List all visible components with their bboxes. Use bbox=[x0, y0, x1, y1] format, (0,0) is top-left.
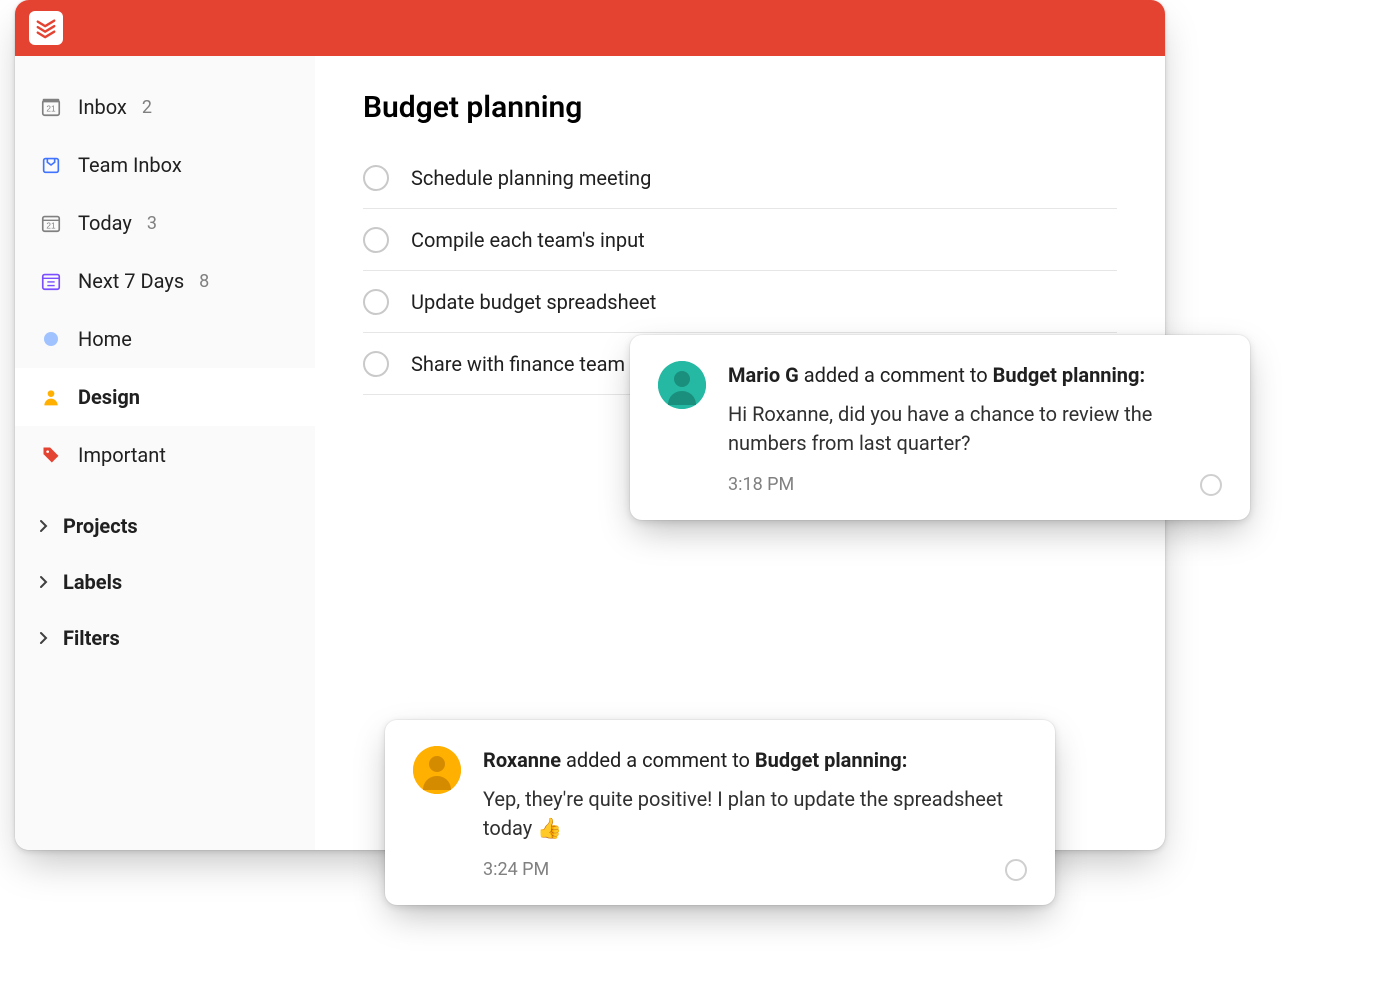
sidebar-section-label: Filters bbox=[63, 626, 120, 650]
notification-target: Budget planning: bbox=[993, 363, 1145, 387]
sidebar-section-projects[interactable]: Projects bbox=[15, 498, 315, 554]
notification-body: Mario G added a comment to Budget planni… bbox=[728, 361, 1222, 498]
task-title: Share with finance team bbox=[411, 352, 625, 376]
chevron-right-icon bbox=[39, 575, 51, 589]
notification-time: 3:18 PM bbox=[728, 472, 794, 498]
sidebar-item-inbox[interactable]: 21 Inbox 2 bbox=[15, 78, 315, 136]
sidebar-project-design[interactable]: Design bbox=[15, 368, 315, 426]
today-icon: 21 bbox=[39, 211, 63, 235]
avatar bbox=[413, 746, 461, 794]
svg-text:21: 21 bbox=[46, 105, 56, 114]
top-bar bbox=[15, 0, 1165, 56]
notification-message: Yep, they're quite positive! I plan to u… bbox=[483, 785, 1027, 843]
notification-card[interactable]: Roxanne added a comment to Budget planni… bbox=[385, 720, 1055, 905]
sidebar-item-count: 3 bbox=[147, 213, 157, 234]
sidebar-item-label: Home bbox=[78, 327, 132, 351]
sidebar-item-team-inbox[interactable]: Team Inbox bbox=[15, 136, 315, 194]
sidebar-item-count: 8 bbox=[199, 271, 209, 292]
sidebar-item-label: Inbox bbox=[78, 95, 127, 119]
sidebar-item-label: Important bbox=[78, 443, 166, 467]
project-dot-icon bbox=[39, 327, 63, 351]
sidebar-item-label: Today bbox=[78, 211, 132, 235]
sidebar: 21 Inbox 2 Team Inbox 21 Today 3 bbox=[15, 56, 315, 850]
task-checkbox[interactable] bbox=[363, 351, 389, 377]
notification-mark-read[interactable] bbox=[1200, 474, 1222, 496]
sidebar-item-label: Design bbox=[78, 385, 140, 409]
sidebar-project-home[interactable]: Home bbox=[15, 310, 315, 368]
task-checkbox[interactable] bbox=[363, 289, 389, 315]
sidebar-item-label: Team Inbox bbox=[78, 153, 182, 177]
notification-header: Roxanne added a comment to Budget planni… bbox=[483, 746, 1027, 775]
tag-icon bbox=[39, 443, 63, 467]
task-row[interactable]: Compile each team's input bbox=[363, 209, 1117, 271]
team-inbox-icon bbox=[39, 153, 63, 177]
chevron-right-icon bbox=[39, 519, 51, 533]
avatar bbox=[658, 361, 706, 409]
next7days-icon bbox=[39, 269, 63, 293]
sidebar-item-next7days[interactable]: Next 7 Days 8 bbox=[15, 252, 315, 310]
notification-action: added a comment to bbox=[566, 748, 750, 772]
inbox-icon: 21 bbox=[39, 95, 63, 119]
notification-time: 3:24 PM bbox=[483, 857, 549, 883]
task-row[interactable]: Schedule planning meeting bbox=[363, 147, 1117, 209]
app-logo[interactable] bbox=[29, 11, 63, 45]
notification-user: Mario G bbox=[728, 363, 799, 387]
sidebar-item-label: Next 7 Days bbox=[78, 269, 184, 293]
task-checkbox[interactable] bbox=[363, 227, 389, 253]
task-checkbox[interactable] bbox=[363, 165, 389, 191]
svg-text:21: 21 bbox=[46, 222, 56, 231]
task-title: Schedule planning meeting bbox=[411, 166, 651, 190]
sidebar-section-filters[interactable]: Filters bbox=[15, 610, 315, 666]
todoist-logo-icon bbox=[35, 17, 57, 39]
notification-target: Budget planning: bbox=[755, 748, 907, 772]
notification-body: Roxanne added a comment to Budget planni… bbox=[483, 746, 1027, 883]
task-title: Compile each team's input bbox=[411, 228, 645, 252]
notification-header: Mario G added a comment to Budget planni… bbox=[728, 361, 1222, 390]
page-title: Budget planning bbox=[363, 90, 1117, 125]
sidebar-section-label: Labels bbox=[63, 570, 122, 594]
sidebar-project-important[interactable]: Important bbox=[15, 426, 315, 484]
notification-mark-read[interactable] bbox=[1005, 859, 1027, 881]
task-title: Update budget spreadsheet bbox=[411, 290, 656, 314]
task-row[interactable]: Update budget spreadsheet bbox=[363, 271, 1117, 333]
sidebar-section-labels[interactable]: Labels bbox=[15, 554, 315, 610]
notification-user: Roxanne bbox=[483, 748, 561, 772]
notification-card[interactable]: Mario G added a comment to Budget planni… bbox=[630, 335, 1250, 520]
chevron-right-icon bbox=[39, 631, 51, 645]
sidebar-item-today[interactable]: 21 Today 3 bbox=[15, 194, 315, 252]
notification-message: Hi Roxanne, did you have a chance to rev… bbox=[728, 400, 1222, 458]
sidebar-section-label: Projects bbox=[63, 514, 138, 538]
sidebar-item-count: 2 bbox=[142, 97, 152, 118]
notification-action: added a comment to bbox=[804, 363, 988, 387]
person-icon bbox=[39, 385, 63, 409]
